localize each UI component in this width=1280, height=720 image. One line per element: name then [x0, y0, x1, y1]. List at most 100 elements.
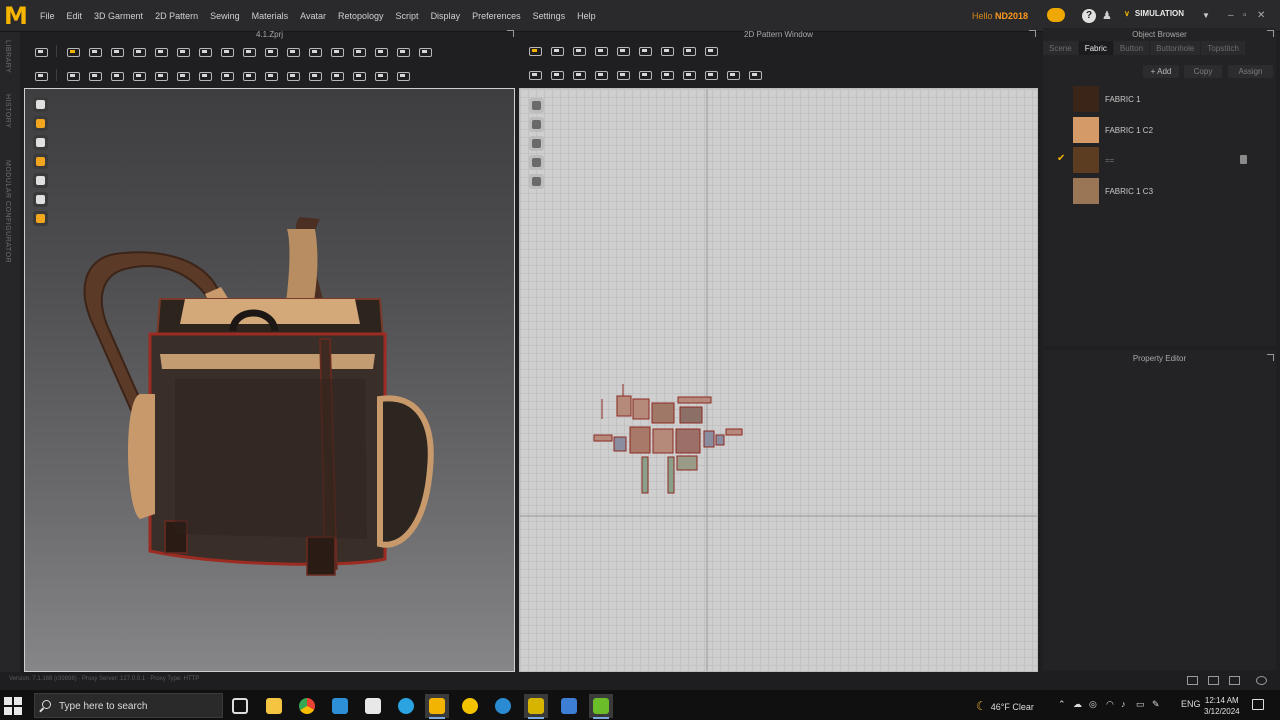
retopo-icon[interactable]	[308, 70, 322, 81]
transform-pattern-icon[interactable]	[528, 45, 542, 56]
layout-single-icon[interactable]	[1187, 676, 1198, 685]
measure-icon[interactable]	[198, 46, 212, 57]
unfold-icon[interactable]	[154, 46, 168, 57]
network-icon[interactable]: ◎	[1089, 699, 1097, 710]
camtasia-icon[interactable]	[589, 694, 613, 719]
volume-icon[interactable]: ♪	[1121, 699, 1126, 709]
copy-fabric-button[interactable]: Copy	[1184, 65, 1222, 78]
refresh-icon[interactable]	[1256, 676, 1267, 685]
pin-2d-icon[interactable]	[616, 69, 630, 80]
edit-pattern-icon[interactable]	[550, 45, 564, 56]
add-point-icon[interactable]	[528, 69, 542, 80]
tack-icon[interactable]	[66, 70, 80, 81]
menu-settings[interactable]: Settings	[533, 11, 566, 21]
free-sewing-icon[interactable]	[682, 45, 696, 56]
notch-icon[interactable]	[660, 69, 674, 80]
lining-icon[interactable]	[704, 69, 718, 80]
assign-fabric-button[interactable]: Assign	[1228, 65, 1273, 78]
tab-buttonhole[interactable]: Buttonhole	[1150, 41, 1201, 55]
pose-icon[interactable]	[34, 70, 48, 81]
flatten-icon[interactable]	[352, 70, 366, 81]
grid-icon[interactable]	[704, 45, 718, 56]
mode-selector[interactable]: ∨ SIMULATION	[1124, 9, 1184, 18]
measure-garment-icon[interactable]	[330, 70, 344, 81]
graphic-icon[interactable]	[220, 70, 234, 81]
caret-down-icon[interactable]: ▼	[1202, 11, 1210, 20]
arrange-icon[interactable]	[374, 70, 388, 81]
language-indicator[interactable]: ENG	[1181, 699, 1201, 709]
fabric-list-item[interactable]: FABRIC 1 C3	[1053, 177, 1276, 207]
expand-3d-icon[interactable]	[507, 30, 514, 37]
trace-2d-icon[interactable]	[748, 69, 762, 80]
texture-edit-icon[interactable]	[198, 70, 212, 81]
segment-sewing-icon[interactable]	[660, 45, 674, 56]
pen-icon[interactable]: ✎	[1152, 699, 1160, 710]
help-icon[interactable]: ?	[1082, 9, 1096, 23]
internal-polygon-icon[interactable]	[638, 45, 652, 56]
dart-icon[interactable]	[550, 69, 564, 80]
menu-display[interactable]: Display	[431, 11, 461, 21]
trace-icon[interactable]	[308, 46, 322, 57]
menu-materials[interactable]: Materials	[252, 11, 289, 21]
expand-property-editor-icon[interactable]	[1267, 354, 1274, 361]
windows-start-icon[interactable]	[4, 697, 22, 715]
file-explorer-icon[interactable]	[262, 694, 286, 718]
vpn-icon[interactable]	[491, 694, 515, 718]
notes-icon[interactable]	[361, 694, 385, 718]
taskbar-clock[interactable]: 12:14 AM 3/12/2024	[1204, 695, 1240, 717]
sewing-3d-icon[interactable]	[418, 46, 432, 57]
tape-icon[interactable]	[220, 46, 234, 57]
menu-3d-garment[interactable]: 3D Garment	[94, 11, 143, 21]
stitch-icon[interactable]	[396, 46, 410, 57]
history-tab[interactable]: HISTORY	[4, 94, 11, 128]
add-fabric-button[interactable]: + Add	[1143, 65, 1179, 78]
sketchbook-icon[interactable]	[458, 694, 482, 718]
onedrive-icon[interactable]: ☁	[1073, 699, 1082, 710]
pleat-icon[interactable]	[638, 69, 652, 80]
tab-topstitch[interactable]: Topstitch	[1201, 41, 1245, 55]
fabric-list-item-selected[interactable]: ✔ ==	[1053, 146, 1276, 176]
expand-2d-icon[interactable]	[1029, 30, 1036, 37]
seam-line-icon[interactable]	[726, 69, 740, 80]
transform-icon[interactable]	[374, 46, 388, 57]
tab-fabric[interactable]: Fabric	[1078, 41, 1113, 55]
brush-icon[interactable]	[264, 46, 278, 57]
wifi-icon[interactable]: ◠	[1106, 699, 1114, 710]
fabric-list-item[interactable]: FABRIC 1 C2	[1053, 116, 1276, 146]
taskbar-search[interactable]: Type here to search	[34, 693, 223, 718]
tab-button[interactable]: Button	[1113, 41, 1150, 55]
minimize-icon[interactable]: –	[1228, 10, 1234, 21]
menu-2d-pattern[interactable]: 2D Pattern	[155, 11, 198, 21]
steam-icon[interactable]	[242, 46, 256, 57]
cloud-icon[interactable]	[1047, 8, 1065, 22]
app-icon-yellow[interactable]	[524, 694, 548, 719]
topstitch-2d-icon[interactable]	[682, 69, 696, 80]
elastic-icon[interactable]	[176, 70, 190, 81]
curve-point-icon[interactable]	[572, 69, 586, 80]
library-tab[interactable]: LIBRARY	[4, 40, 11, 73]
piping-icon[interactable]	[264, 70, 278, 81]
menu-sewing[interactable]: Sewing	[210, 11, 240, 21]
notification-icon[interactable]	[1252, 699, 1264, 710]
select-mesh-icon[interactable]	[88, 46, 102, 57]
weather-widget[interactable]: ☾ 46°F Clear	[976, 699, 1034, 713]
select-move-icon[interactable]	[66, 46, 80, 57]
store-icon[interactable]	[328, 694, 352, 718]
trim-icon[interactable]	[286, 70, 300, 81]
zipper-icon[interactable]	[352, 46, 366, 57]
polygon-icon[interactable]	[616, 45, 630, 56]
layout-triple-icon[interactable]	[1229, 676, 1240, 685]
tack-on-avatar-icon[interactable]	[88, 70, 102, 81]
more-tools-icon[interactable]	[396, 70, 410, 81]
cut-icon[interactable]	[110, 70, 124, 81]
community-icon[interactable]: ♟	[1102, 10, 1116, 22]
fold-icon[interactable]	[132, 46, 146, 57]
puckering-icon[interactable]	[154, 70, 168, 81]
tray-chevron-icon[interactable]: ⌃	[1058, 699, 1066, 710]
modular-configurator-tab[interactable]: MODULAR CONFIGURATOR	[4, 160, 11, 263]
menu-script[interactable]: Script	[396, 11, 419, 21]
expand-object-browser-icon[interactable]	[1267, 30, 1274, 37]
rectangle-icon[interactable]	[594, 45, 608, 56]
scissors-icon[interactable]	[132, 70, 146, 81]
marvelous-designer-icon[interactable]	[425, 694, 449, 719]
